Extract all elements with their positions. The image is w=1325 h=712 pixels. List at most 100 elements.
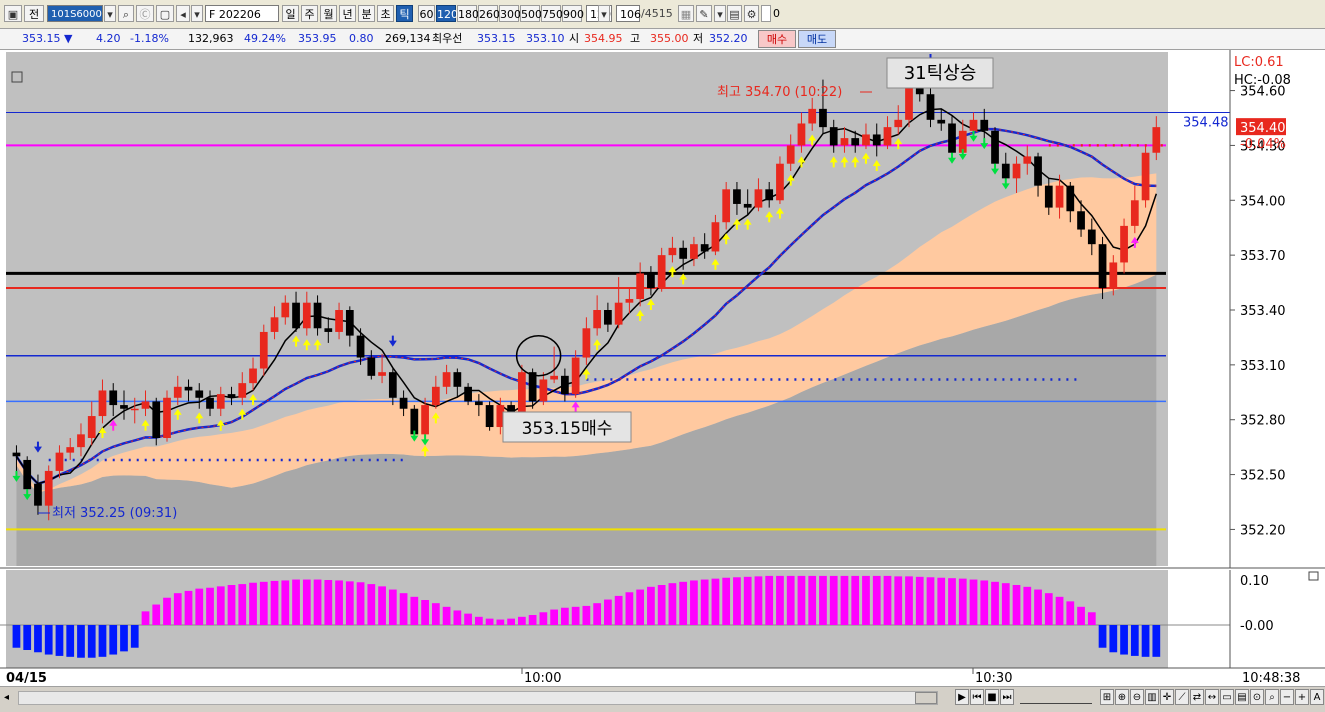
minus-icon[interactable]: − [1280,689,1294,705]
tick-60[interactable]: 60 [418,5,435,22]
rewind-icon[interactable]: ⏮ [970,689,984,705]
tick-180[interactable]: 180 [457,5,479,22]
candle-body [173,386,182,398]
expand-icon[interactable]: ↔ [1205,689,1219,705]
layout-icon[interactable]: ▣ [4,5,22,22]
count-input[interactable]: 106 [616,5,641,22]
tick-500[interactable]: 500 [520,5,542,22]
oscillator-bar [571,606,580,625]
high-label: 고 [630,32,641,45]
scrollbar-thumb[interactable] [915,692,937,704]
speed-slider[interactable] [1020,691,1092,704]
chart-type-icon[interactable]: ▥ [1145,689,1159,705]
candle-body [270,317,279,332]
pct-change-label: -0.04% [1240,137,1286,152]
period-month[interactable]: 월 [320,5,337,22]
tick-120[interactable]: 120 [436,5,458,22]
crosshair-icon[interactable]: ✛ [1160,689,1174,705]
candle-body [44,470,53,506]
symbol-code-input[interactable]: 101S6000 [47,5,103,22]
symbol-list-dropdown-icon[interactable]: ▾ [191,5,203,22]
oscillator-bar [1034,589,1042,625]
oscillator-bar [66,625,75,657]
search-icon[interactable]: ⌕ [118,5,134,22]
current-time-label: 10:48:38 [1242,671,1300,686]
oscillator-bar [1109,625,1118,653]
oscillator-bar [216,586,225,625]
oscillator-bar [109,625,118,655]
scroll-left-icon[interactable]: ◂ [4,690,16,705]
candle-body [700,244,709,252]
play-icon[interactable]: ▶ [955,689,969,705]
trend-icon[interactable]: ⟋ [1175,689,1189,705]
oscillator-bar [722,577,731,625]
draw-dropdown-icon[interactable]: ▾ [714,5,726,22]
period-second[interactable]: 초 [377,5,394,22]
tick-900[interactable]: 900 [562,5,584,22]
candle-body [894,119,903,128]
current-price: 353.15 ▼ [22,32,73,45]
oscillator-bar [378,586,386,625]
option-checkbox[interactable] [761,5,771,22]
plus-icon[interactable]: + [1295,689,1309,705]
candlestick-chart[interactable]: 31틱상승 353.15매수 최고 354.70 (10:22) 최저 352.25 … [0,50,1325,687]
save-icon[interactable]: ▤ [727,5,742,22]
candle-body [829,127,838,146]
candle-body [324,328,333,332]
symbol-name-input[interactable]: F 202206 [205,5,279,22]
oscillator-bar [872,575,881,625]
buy-button[interactable]: 매수 [758,30,796,48]
oscillator-bar [87,625,96,658]
tick-value-dropdown-icon[interactable]: ▾ [598,5,610,22]
gear-icon[interactable]: ⚙ [744,5,759,22]
link-icon[interactable]: ⊙ [1250,689,1264,705]
zoom-in-icon[interactable]: ⊕ [1115,689,1129,705]
sell-button[interactable]: 매도 [798,30,836,48]
oscillator-bar [733,577,741,625]
oscillator-bar [636,589,645,625]
tick-300[interactable]: 300 [499,5,521,22]
oscillator-bar [1023,586,1032,625]
oscillator-bar [668,583,677,625]
count-total: /4515 [641,7,673,20]
candle-body [636,273,645,300]
oscillator-bar [152,604,161,625]
tick-260[interactable]: 260 [478,5,500,22]
candle-body [421,405,429,435]
candle-body [249,368,257,384]
prev-button[interactable]: 전 [24,5,44,22]
compress-icon[interactable]: ⇄ [1190,689,1204,705]
oscillator-bar [44,625,53,655]
period-day[interactable]: 일 [282,5,299,22]
tick-750[interactable]: 750 [541,5,563,22]
period-minute[interactable]: 분 [358,5,375,22]
zoom-icon[interactable]: ▢ [156,5,174,22]
draw-icon[interactable]: ✎ [696,5,712,22]
arrows-icon[interactable]: ◂ [176,5,190,22]
candle-body [819,108,827,128]
layout-toggle-icon[interactable]: ▭ [1220,689,1234,705]
oscillator-bar [743,576,752,625]
period-tick[interactable]: 틱 [396,5,413,22]
scrollbar-track[interactable] [18,691,938,705]
candle-body [625,299,634,303]
oscillator-bar [130,625,139,648]
period-week[interactable]: 주 [301,5,318,22]
stop-icon[interactable]: ■ [985,689,999,705]
chart-area[interactable]: 31틱상승 353.15매수 최고 354.70 (10:22) 최저 352.25 … [0,50,1325,687]
candle-body [1141,152,1150,201]
magnify-icon[interactable]: ⌕ [1265,689,1279,705]
candle-body [840,138,849,146]
x-tick-label: 10:00 [524,671,561,686]
text-icon[interactable]: A [1310,689,1324,705]
period-year[interactable]: 년 [339,5,356,22]
compare-icon[interactable]: Ⓒ [136,5,154,22]
candle-body [356,335,365,358]
multi-chart-icon[interactable]: ▤ [1235,689,1249,705]
zoom-out-icon[interactable]: ⊖ [1130,689,1144,705]
grid-icon[interactable]: ▦ [678,5,694,22]
forward-icon[interactable]: ⏭ [1000,689,1014,705]
symbol-dropdown-icon[interactable]: ▾ [104,5,116,22]
oscillator-bar [281,580,290,625]
zoom-fit-icon[interactable]: ⊞ [1100,689,1114,705]
